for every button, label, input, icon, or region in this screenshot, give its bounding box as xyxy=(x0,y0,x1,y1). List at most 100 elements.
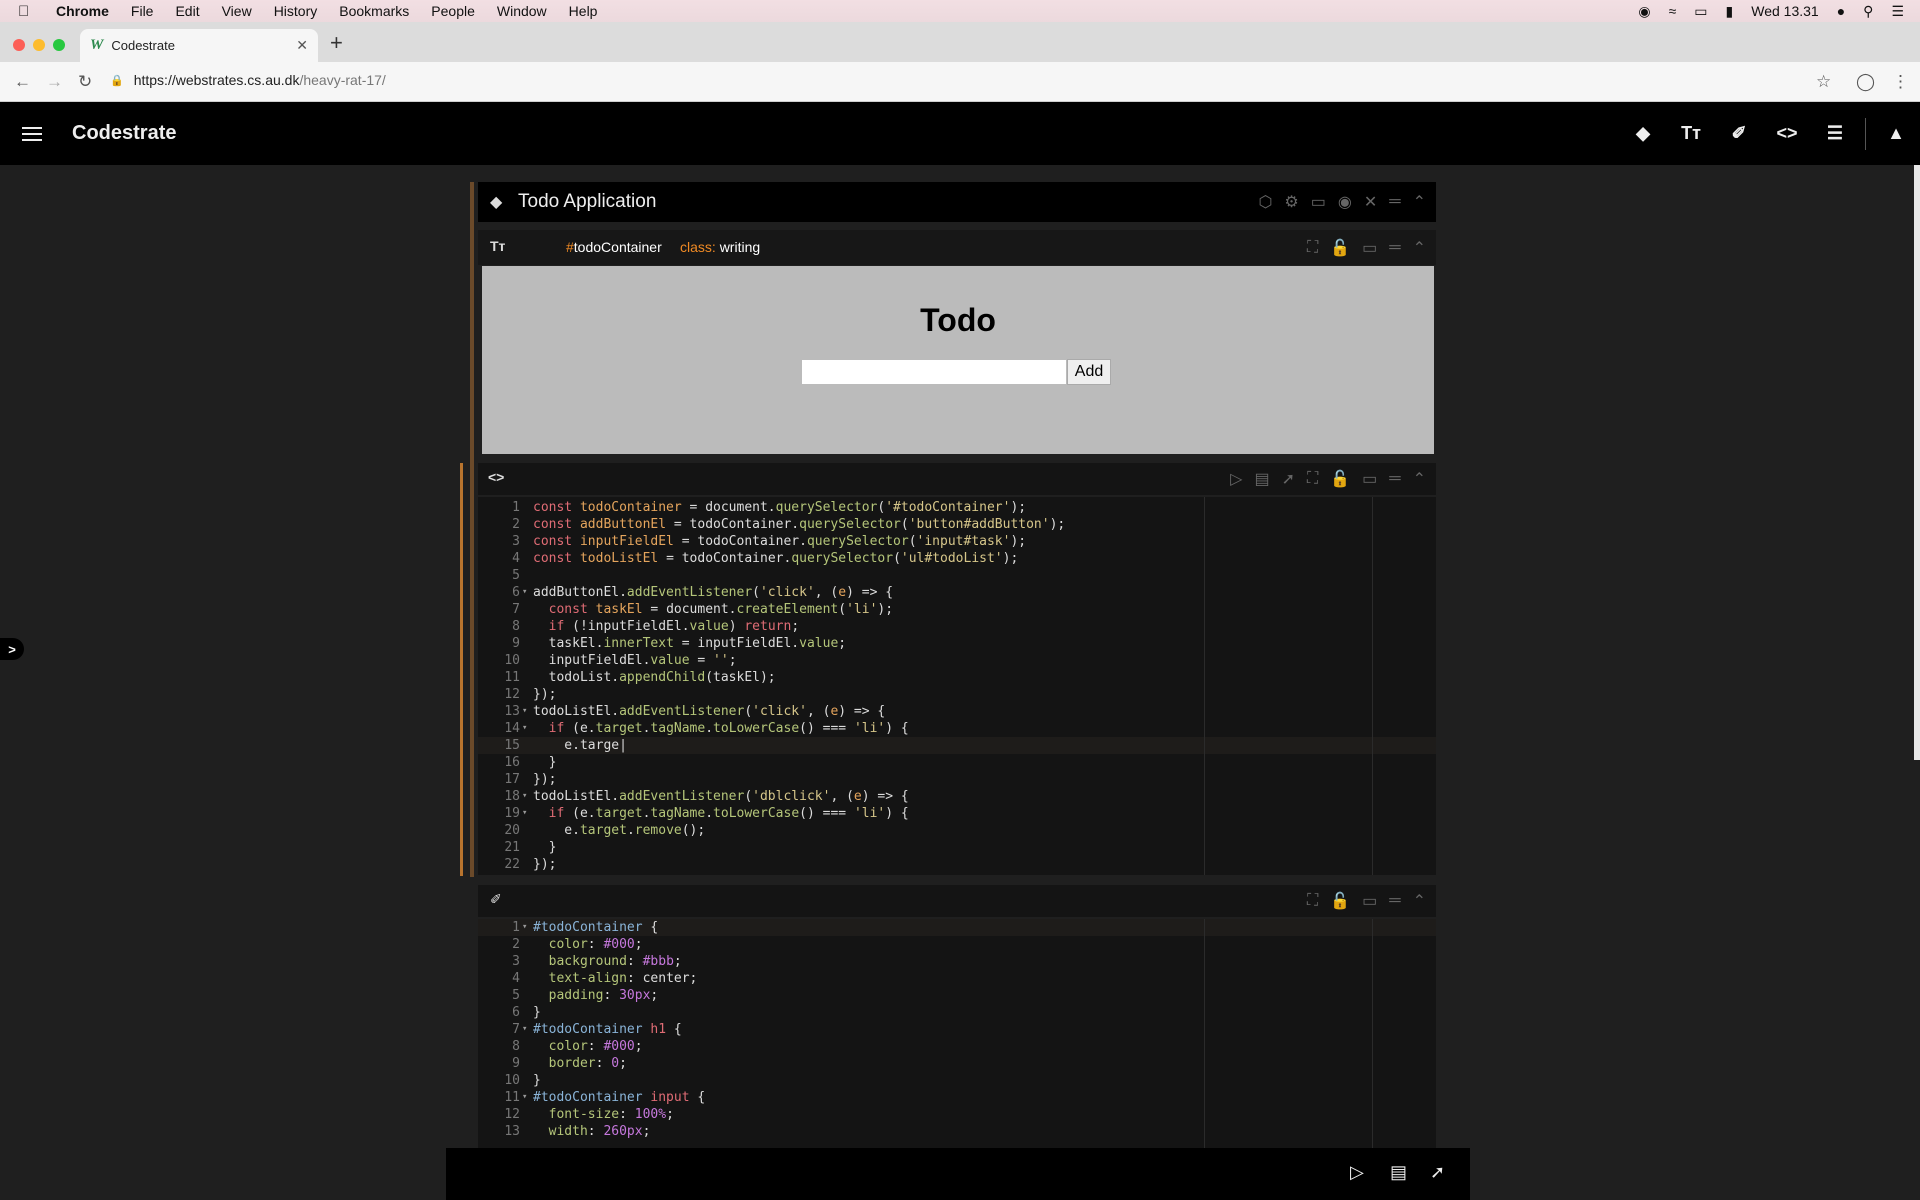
collapse-chevron-icon[interactable]: ⌃ xyxy=(1413,469,1426,489)
section-title[interactable]: Todo Application xyxy=(518,191,656,213)
js-code-editor[interactable]: 1 const todoContainer = document.querySel… xyxy=(478,497,1436,875)
fold-arrow-icon[interactable]: ▾ xyxy=(522,788,527,805)
window-close-button[interactable] xyxy=(13,39,25,51)
apple-icon[interactable]:  xyxy=(18,3,40,20)
menu-window[interactable]: Window xyxy=(497,3,547,19)
url-field[interactable]: 🔒 https://webstrates.cs.au.dk/heavy-rat-… xyxy=(110,72,386,88)
fold-arrow-icon[interactable]: ▾ xyxy=(522,919,527,936)
css-code-line[interactable]: 6} xyxy=(478,1004,1436,1021)
js-code-line[interactable]: 16 } xyxy=(478,754,1436,771)
delete-trash-icon[interactable]: ▭ xyxy=(1362,891,1377,911)
chrome-menu-icon[interactable]: ⋮ xyxy=(1892,72,1909,92)
window-zoom-button[interactable] xyxy=(53,39,65,51)
back-arrow-icon[interactable]: ← xyxy=(14,72,31,92)
fold-arrow-icon[interactable]: ▾ xyxy=(522,805,527,822)
css-code-line[interactable]: 12 font-size: 100%; xyxy=(478,1106,1436,1123)
css-code-line[interactable]: 9 border: 0; xyxy=(478,1055,1436,1072)
paragraph-id[interactable]: #todoContainer xyxy=(566,239,662,255)
css-code-line[interactable]: 2 color: #000; xyxy=(478,936,1436,953)
js-code-line[interactable]: 18 ▾ todoListEl.addEventListener('dblclick… xyxy=(478,788,1436,805)
menu-help[interactable]: Help xyxy=(569,3,598,19)
css-code-line[interactable]: 13 width: 260px; xyxy=(478,1123,1436,1140)
js-code-line[interactable]: 11 todoList.appendChild(taskEl); xyxy=(478,669,1436,686)
text-format-icon[interactable]: Tт xyxy=(1667,123,1715,144)
delete-trash-icon[interactable]: ▭ xyxy=(1362,238,1377,258)
js-code-line[interactable]: 10 inputFieldEl.value = ''; xyxy=(478,652,1436,669)
record-icon[interactable]: ◉ xyxy=(1638,3,1650,20)
user-icon[interactable]: ● xyxy=(1837,3,1845,19)
delete-trash-icon[interactable]: ▭ xyxy=(1311,192,1326,212)
reload-icon[interactable]: ↻ xyxy=(78,72,92,92)
airplay-icon[interactable]: ▭ xyxy=(1694,3,1707,20)
menu-people[interactable]: People xyxy=(431,3,475,19)
lock-icon[interactable]: 🔓 xyxy=(1330,238,1350,258)
add-button[interactable]: Add xyxy=(1067,359,1111,385)
fullscreen-icon[interactable]: ⛶ xyxy=(1307,239,1318,257)
package-icon[interactable]: ⬡ xyxy=(1258,192,1272,212)
collapse-chevron-icon[interactable]: ⌃ xyxy=(1413,238,1426,258)
paragraph-class[interactable]: class: writing xyxy=(680,239,760,255)
js-code-line[interactable]: 2 const addButtonEl = todoContainer.query… xyxy=(478,516,1436,533)
new-tab-button[interactable]: + xyxy=(330,30,343,56)
close-x-icon[interactable]: ✕ xyxy=(1364,192,1377,212)
notification-bell-icon[interactable]: ▲ xyxy=(1872,123,1920,144)
fold-arrow-icon[interactable]: ▾ xyxy=(522,703,527,720)
battery-icon[interactable]: ▮ xyxy=(1726,3,1734,20)
js-code-line[interactable]: 5 xyxy=(478,567,1436,584)
js-code-line[interactable]: 20 e.target.remove(); xyxy=(478,822,1436,839)
autorun-runner-icon[interactable]: ➚ xyxy=(1430,1162,1445,1183)
spotlight-icon[interactable]: ⚲ xyxy=(1863,3,1873,20)
js-code-line[interactable]: 15 e.targe| xyxy=(478,737,1436,754)
console-comment-icon[interactable]: ▤ xyxy=(1390,1162,1407,1183)
browser-tab[interactable]: W Codestrate ✕ xyxy=(80,29,318,62)
fold-arrow-icon[interactable]: ▾ xyxy=(522,720,527,737)
wifi-icon[interactable]: ≈ xyxy=(1669,3,1677,19)
hamburger-menu-icon[interactable] xyxy=(22,123,42,145)
fold-arrow-icon[interactable]: ▾ xyxy=(522,1021,527,1038)
menu-app-chrome[interactable]: Chrome xyxy=(56,3,109,19)
js-code-line[interactable]: 19 ▾ if (e.target.tagName.toLowerCase() =… xyxy=(478,805,1436,822)
brush-icon[interactable]: ✐ xyxy=(1715,123,1763,144)
css-code-line[interactable]: 5 padding: 30px; xyxy=(478,987,1436,1004)
fullscreen-icon[interactable]: ⛶ xyxy=(1307,892,1318,910)
css-code-line[interactable]: 11 ▾ #todoContainer input { xyxy=(478,1089,1436,1106)
delete-trash-icon[interactable]: ▭ xyxy=(1362,469,1377,489)
menu-bookmarks[interactable]: Bookmarks xyxy=(339,3,409,19)
css-code-editor[interactable]: 1 ▾ #todoContainer {2 color: #000; 3 backgr… xyxy=(478,919,1436,1148)
collapse-chevron-icon[interactable]: ⌃ xyxy=(1413,192,1426,212)
console-comment-icon[interactable]: ▤ xyxy=(1254,469,1269,489)
js-code-line[interactable]: 14 ▾ if (e.target.tagName.toLowerCase() =… xyxy=(478,720,1436,737)
collapse-chevron-icon[interactable]: ⌃ xyxy=(1413,891,1426,911)
forward-arrow-icon[interactable]: → xyxy=(46,72,63,92)
css-code-line[interactable]: 4 text-align: center; xyxy=(478,970,1436,987)
menu-view[interactable]: View xyxy=(222,3,252,19)
tab-close-icon[interactable]: ✕ xyxy=(296,37,308,54)
autorun-runner-icon[interactable]: ➚ xyxy=(1282,469,1295,489)
css-code-line[interactable]: 10} xyxy=(478,1072,1436,1089)
profile-avatar-icon[interactable]: ◯ xyxy=(1856,72,1875,92)
drag-handle-icon[interactable]: ═ xyxy=(1389,239,1400,257)
js-code-line[interactable]: 9 taskEl.innerText = inputFieldEl.value; xyxy=(478,635,1436,652)
menu-edit[interactable]: Edit xyxy=(175,3,199,19)
drag-handle-icon[interactable]: ═ xyxy=(1389,193,1400,211)
fold-arrow-icon[interactable]: ▾ xyxy=(522,1089,527,1106)
code-icon[interactable]: <> xyxy=(1763,123,1811,144)
page-scrollbar[interactable] xyxy=(1914,165,1920,760)
label-tag-icon[interactable]: ◆ xyxy=(1619,123,1667,144)
css-code-line[interactable]: 1 ▾ #todoContainer { xyxy=(478,919,1436,936)
js-code-line[interactable]: 13 ▾ todoListEl.addEventListener('click', … xyxy=(478,703,1436,720)
js-code-line[interactable]: 4 const todoListEl = todoContainer.queryS… xyxy=(478,550,1436,567)
menu-file[interactable]: File xyxy=(131,3,154,19)
js-code-line[interactable]: 3 const inputFieldEl = todoContainer.quer… xyxy=(478,533,1436,550)
clock-text[interactable]: Wed 13.31 xyxy=(1751,3,1818,19)
css-code-line[interactable]: 3 background: #bbb; xyxy=(478,953,1436,970)
js-code-line[interactable]: 21 } xyxy=(478,839,1436,856)
lock-icon[interactable]: 🔓 xyxy=(1330,891,1350,911)
js-code-line[interactable]: 6 ▾ addButtonEl.addEventListener('click', … xyxy=(478,584,1436,601)
css-code-line[interactable]: 7 ▾ #todoContainer h1 { xyxy=(478,1021,1436,1038)
task-input[interactable] xyxy=(802,360,1066,384)
css-code-line[interactable]: 8 color: #000; xyxy=(478,1038,1436,1055)
js-code-line[interactable]: 8 if (!inputFieldEl.value) return; xyxy=(478,618,1436,635)
list-view-icon[interactable]: ☰ xyxy=(1811,123,1859,144)
sidebar-expand-arrow-icon[interactable]: > xyxy=(0,638,24,660)
